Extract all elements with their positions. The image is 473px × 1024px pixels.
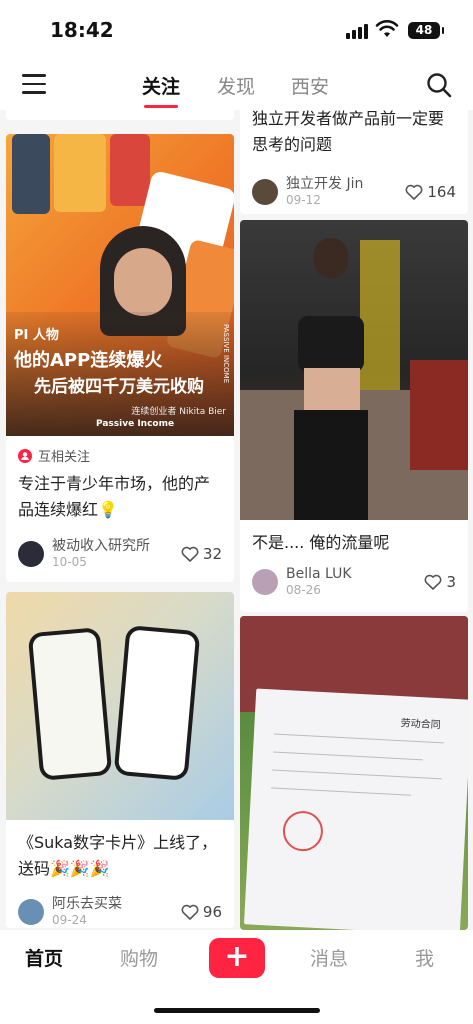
create-post-button[interactable]: + [209, 938, 265, 978]
cellular-signal-icon [346, 24, 368, 39]
nav-profile[interactable]: 我 [415, 944, 434, 971]
phone-mockup [27, 627, 113, 781]
note-title[interactable]: 不是.... 俺的流量呢 [240, 520, 468, 556]
note-cover-image[interactable]: 劳动合同 [240, 616, 468, 930]
avatar[interactable] [18, 899, 44, 925]
note-meta: 阿乐去买菜 09-24 96 [18, 896, 222, 928]
note-card[interactable]: 独立开发者做产品前一定要思考的问题 独立开发 Jin 09-12 164 [240, 110, 468, 214]
note-title[interactable]: 《Suka数字卡片》上线了，送码🎉🎉🎉 [6, 820, 234, 882]
note-title[interactable]: 专注于青少年市场，他的产品连续爆红💡 [6, 467, 234, 523]
like-count: 32 [202, 545, 222, 563]
nav-home[interactable]: 首页 [25, 944, 63, 971]
tab-following[interactable]: 关注 [142, 72, 180, 108]
note-card[interactable]: 不是.... 俺的流量呢 Bella LUK 08-26 3 [240, 220, 468, 612]
cover-headline: 他的APP连续爆火 [14, 350, 163, 371]
search-icon[interactable] [426, 72, 452, 98]
cover-headline: 先后被四千万美元收购 [34, 377, 204, 397]
note-card[interactable]: 《Suka数字卡片》上线了，送码🎉🎉🎉 阿乐去买菜 09-24 96 [6, 592, 234, 928]
note-meta: 被动收入研究所 10-05 32 [18, 538, 222, 570]
author-name[interactable]: Bella LUK [286, 566, 352, 582]
avatar[interactable] [18, 541, 44, 567]
cover-brand: Passive Income [96, 419, 175, 429]
cover-tag: PI 人物 [14, 328, 59, 343]
user-icon [18, 448, 32, 463]
note-cover-image[interactable] [240, 220, 468, 520]
note-card[interactable]: 劳动合同 [240, 616, 468, 930]
note-cover-image[interactable] [6, 592, 234, 820]
like-count: 96 [202, 903, 222, 921]
post-date: 08-26 [286, 583, 321, 597]
note-cover-image[interactable]: PI 人物 他的APP连续爆火 先后被四千万美元收购 连续创业者 Nikita … [6, 134, 234, 436]
note-meta: 独立开发 Jin 09-12 164 [252, 176, 456, 208]
phone-mockup [113, 625, 201, 781]
post-date: 10-05 [52, 555, 87, 569]
feed: PI 人物 他的APP连续爆火 先后被四千万美元收购 连续创业者 Nikita … [0, 110, 473, 930]
cover-vertical-text: PASSIVE INCOME [222, 324, 230, 384]
nav-messages[interactable]: 消息 [310, 944, 348, 971]
battery-icon: 48 [408, 22, 444, 39]
like-button[interactable]: 3 [424, 573, 456, 591]
heart-icon [425, 574, 442, 590]
home-indicator [154, 1008, 320, 1013]
status-time: 18:42 [50, 18, 114, 42]
author-name[interactable]: 被动收入研究所 [52, 538, 150, 554]
like-button[interactable]: 164 [405, 183, 456, 201]
tab-local-city[interactable]: 西安 [291, 72, 329, 99]
mutual-follow-badge: 互相关注 [6, 436, 234, 467]
menu-icon[interactable] [22, 74, 46, 94]
post-date: 09-24 [52, 913, 87, 927]
person-photo [284, 238, 384, 520]
avatar[interactable] [252, 179, 278, 205]
post-date: 09-12 [286, 193, 321, 207]
like-count: 164 [427, 183, 456, 201]
heart-icon [181, 546, 199, 562]
cover-caption: 连续创业者 Nikita Bier [131, 407, 226, 417]
app-screenshot-thumb [110, 134, 150, 206]
app-screenshot-thumb [54, 134, 106, 212]
like-button[interactable]: 96 [181, 903, 222, 921]
contract-document: 劳动合同 [243, 688, 468, 930]
like-button[interactable]: 32 [181, 545, 222, 563]
status-bar: 18:42 48 [0, 0, 473, 62]
like-count: 3 [446, 573, 456, 591]
wifi-icon [375, 20, 399, 37]
avatar[interactable] [252, 569, 278, 595]
note-meta: Bella LUK 08-26 3 [252, 566, 456, 598]
nav-shopping[interactable]: 购物 [120, 944, 158, 971]
author-name[interactable]: 独立开发 Jin [286, 176, 363, 192]
note-card[interactable]: PI 人物 他的APP连续爆火 先后被四千万美元收购 连续创业者 Nikita … [6, 134, 234, 582]
author-name[interactable]: 阿乐去买菜 [52, 896, 122, 912]
red-seal-stamp [281, 810, 324, 853]
app-screenshot-thumb [12, 134, 50, 214]
top-nav: 关注 发现 西安 [0, 62, 473, 110]
tab-discover[interactable]: 发现 [217, 72, 255, 99]
note-card-partial[interactable] [6, 110, 234, 120]
note-title[interactable]: 独立开发者做产品前一定要思考的问题 [240, 110, 468, 158]
bottom-nav: 首页 购物 + 消息 我 [0, 930, 473, 1024]
heart-icon [405, 184, 423, 200]
heart-icon [181, 904, 199, 920]
